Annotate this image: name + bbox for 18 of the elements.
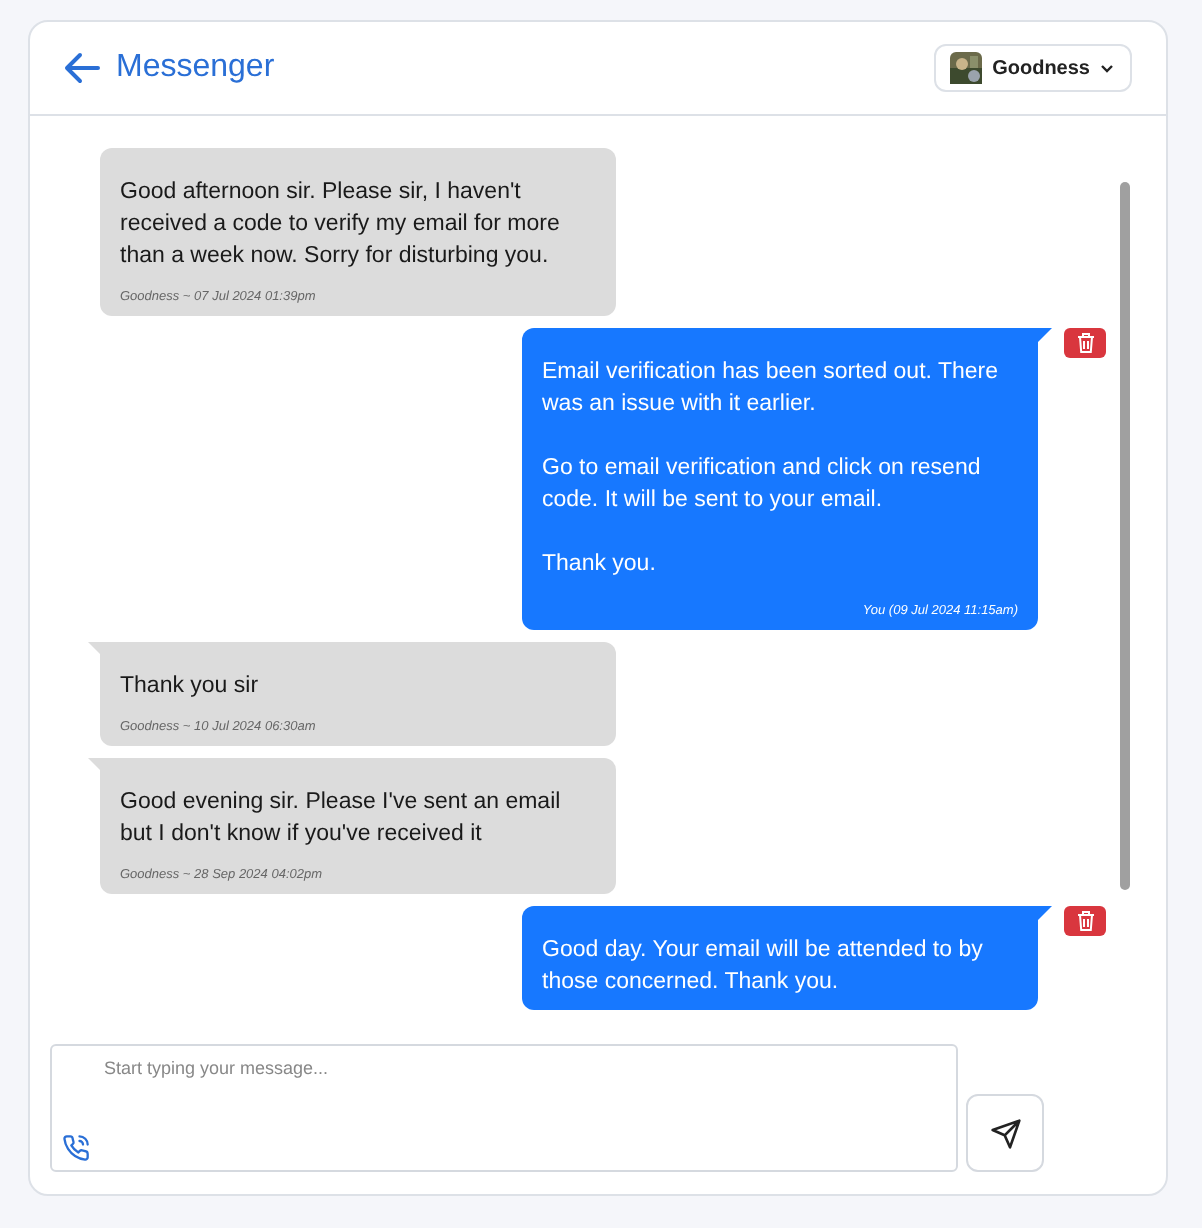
trash-icon (1075, 332, 1095, 354)
delete-button[interactable] (1064, 906, 1106, 936)
message-text: Good day. Your email will be attended to by those concerned. Thank you. (542, 936, 985, 998)
message-text: Good evening sir. Please I've sent an email but I don't know if you've received it (120, 788, 563, 850)
caret-icon (1100, 63, 1114, 73)
user-menu-button[interactable]: Goodness (934, 44, 1132, 92)
message-input[interactable]: Start typing your message... (50, 1044, 958, 1172)
send-icon (989, 1117, 1021, 1149)
message-text: Thank you sir (120, 672, 261, 702)
trash-icon (1075, 910, 1095, 932)
delete-button[interactable] (1064, 328, 1106, 358)
send-button[interactable] (966, 1094, 1044, 1172)
phone-icon[interactable] (62, 1134, 90, 1162)
message-text: Good afternoon sir. Please sir, I haven't received a code to verify my email for more than a week now. Sorry for disturbing you. (120, 178, 562, 272)
back-arrow-icon[interactable] (64, 52, 100, 84)
scrollbar[interactable] (1120, 182, 1130, 890)
message-text: Email verification has been sorted out. There was an issue with it earlier. Go to email verification and click on resend code. It will be sent to your email. Thank you. (542, 358, 1000, 580)
page-title: Messenger (116, 50, 275, 86)
